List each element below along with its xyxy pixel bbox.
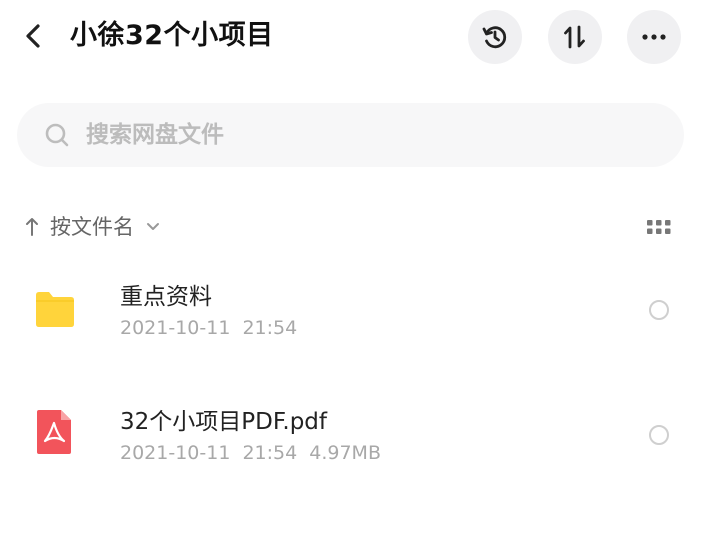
sort-order-icon (564, 25, 585, 49)
file-meta: 2021-10-11 21:54 4.97MB (120, 442, 381, 464)
file-row-folder[interactable]: 重点资料 2021-10-11 21:54 (0, 255, 706, 365)
chevron-left-icon (26, 24, 40, 48)
pdf-icon (37, 410, 71, 454)
sort-label: 按文件名 (50, 215, 134, 239)
search-icon (45, 123, 69, 147)
page-title: 小徐32个小项目 (70, 20, 274, 51)
header: 小徐32个小项目 (0, 0, 706, 76)
grid-view-icon (647, 220, 671, 234)
chevron-down-icon (147, 223, 159, 230)
file-name: 32个小项目PDF.pdf (120, 409, 327, 435)
file-row-pdf[interactable]: 32个小项目PDF.pdf 2021-10-11 21:54 4.97MB (0, 380, 706, 490)
back-button[interactable] (20, 20, 48, 52)
more-button[interactable] (627, 10, 681, 64)
sort-selector[interactable]: 按文件名 (24, 208, 160, 244)
more-icon (642, 34, 666, 40)
select-radio[interactable] (649, 300, 669, 320)
file-meta: 2021-10-11 21:54 (120, 317, 298, 339)
search-input[interactable] (84, 121, 648, 149)
select-radio[interactable] (649, 425, 669, 445)
folder-icon (36, 292, 74, 327)
arrow-up-icon (26, 218, 38, 236)
file-name: 重点资料 (120, 284, 212, 310)
grid-view-button[interactable] (646, 218, 672, 236)
history-icon (482, 26, 507, 49)
search-bar[interactable] (17, 103, 684, 167)
sort-order-button[interactable] (548, 10, 602, 64)
history-button[interactable] (468, 10, 522, 64)
